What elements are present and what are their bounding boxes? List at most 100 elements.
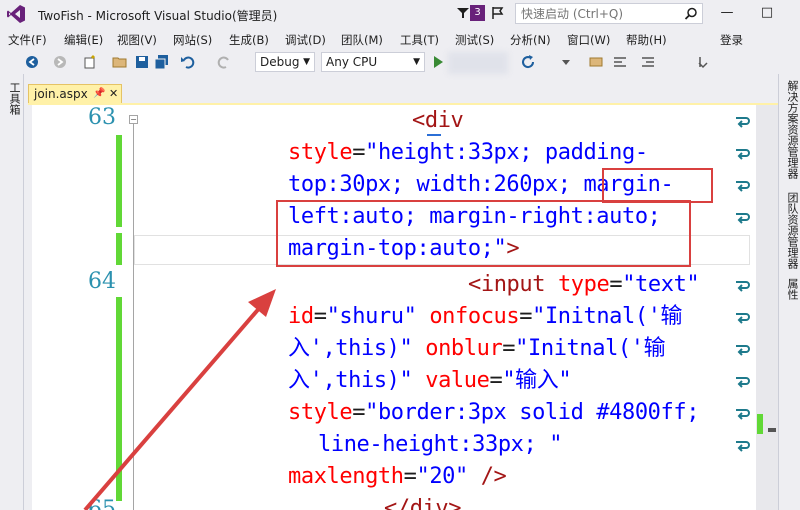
navigate-back-icon[interactable] xyxy=(24,54,40,70)
solution-explorer-tab[interactable]: 解决方案资源管理器 xyxy=(784,80,800,179)
refresh-icon[interactable] xyxy=(520,54,536,70)
word-wrap-icon xyxy=(736,441,750,452)
word-wrap-icon xyxy=(736,213,750,224)
menu-help[interactable]: 帮助(H) xyxy=(626,32,667,48)
minimize-button[interactable]: — xyxy=(712,0,742,26)
line-number: 63 xyxy=(88,105,116,130)
code-token: div xyxy=(409,496,449,510)
outline-guide xyxy=(133,124,134,510)
menu-debug[interactable]: 调试(D) xyxy=(285,32,326,48)
toolbar-overflow-icon[interactable] xyxy=(695,54,711,70)
start-debugging-icon[interactable] xyxy=(430,54,446,70)
code-token: maxlength xyxy=(288,464,404,489)
comment-lines-icon[interactable] xyxy=(612,54,628,70)
toolbox-panel-strip: 工具箱 xyxy=(0,74,24,510)
menu-team[interactable]: 团队(M) xyxy=(341,32,383,48)
change-indicator xyxy=(116,297,122,501)
search-icon[interactable] xyxy=(684,7,698,21)
filter-icon[interactable] xyxy=(456,6,470,20)
change-indicator xyxy=(116,233,122,265)
right-panel-strip: 解决方案资源管理器 团队资源管理器 属性 xyxy=(778,74,800,510)
solution-configuration-select[interactable]: Debug ▼ xyxy=(255,52,315,72)
visual-studio-logo-icon xyxy=(7,5,25,23)
properties-tab[interactable]: 属性 xyxy=(784,278,800,300)
code-line: style="height:33px; padding- xyxy=(288,137,648,169)
code-token: = xyxy=(502,336,516,361)
code-token: id xyxy=(288,304,314,329)
notification-badge[interactable]: 3 xyxy=(470,5,485,21)
code-token: input xyxy=(480,272,546,297)
menu-view[interactable]: 视图(V) xyxy=(117,32,157,48)
code-token: 入',this)" xyxy=(288,336,413,361)
feedback-flag-icon[interactable] xyxy=(491,6,505,20)
new-project-icon[interactable] xyxy=(82,54,98,70)
error-squiggle xyxy=(427,133,441,136)
redo-icon[interactable] xyxy=(216,54,232,70)
annotation-highlight-box xyxy=(276,200,691,267)
toolbox-tab[interactable]: 工具箱 xyxy=(6,82,22,115)
close-icon[interactable]: ✕ xyxy=(109,85,118,103)
navigate-forward-icon[interactable] xyxy=(52,54,68,70)
team-explorer-tab[interactable]: 团队资源管理器 xyxy=(784,192,800,269)
save-icon[interactable] xyxy=(134,54,150,70)
menu-test[interactable]: 测试(S) xyxy=(455,32,494,48)
code-token: "20" xyxy=(416,464,468,489)
code-token: style xyxy=(288,400,353,425)
menu-window[interactable]: 窗口(W) xyxy=(567,32,610,48)
code-token: "Initnal('输 xyxy=(532,304,683,329)
window-title: TwoFish - Microsoft Visual Studio(管理员) xyxy=(38,9,278,23)
line-number: 64 xyxy=(88,269,116,294)
code-token: = xyxy=(352,140,366,165)
menu-build[interactable]: 生成(B) xyxy=(229,32,269,48)
save-all-icon[interactable] xyxy=(154,54,170,70)
pin-icon[interactable]: 📌 xyxy=(93,85,105,103)
uncomment-lines-icon[interactable] xyxy=(640,54,656,70)
code-token: = xyxy=(609,272,623,297)
word-wrap-icon xyxy=(736,181,750,192)
code-line: </div> xyxy=(384,493,462,510)
blurred-region xyxy=(448,52,508,74)
quick-launch-box[interactable] xyxy=(515,3,703,24)
word-wrap-icon xyxy=(736,149,750,160)
open-file-icon[interactable] xyxy=(112,54,128,70)
code-token: "shuru" xyxy=(326,304,417,329)
toolbar-dropdown-icon[interactable] xyxy=(558,54,574,70)
code-token: < xyxy=(412,108,425,133)
code-token: onfocus xyxy=(416,304,520,329)
menu-tools[interactable]: 工具(T) xyxy=(400,32,439,48)
code-token: = xyxy=(519,304,533,329)
word-wrap-icon xyxy=(736,377,750,388)
maximize-button[interactable]: □ xyxy=(752,0,782,26)
undo-icon[interactable] xyxy=(180,54,196,70)
word-wrap-icon xyxy=(736,117,750,128)
code-line: line-height:33px; " xyxy=(318,429,562,461)
menu-analyze[interactable]: 分析(N) xyxy=(510,32,551,48)
code-editor[interactable]: 63 64 65 − <div style="height:33px; padd… xyxy=(28,105,778,510)
annotation-highlight-box xyxy=(602,168,713,203)
code-line: 入',this)" value="输入" xyxy=(288,365,572,397)
menu-edit[interactable]: 编辑(E) xyxy=(64,32,103,48)
word-wrap-icon xyxy=(736,345,750,356)
menu-bar: 文件(F) 编辑(E) 视图(V) 网站(S) 生成(B) 调试(D) 团队(M… xyxy=(0,28,800,50)
quick-launch-input[interactable] xyxy=(516,4,676,23)
solution-platform-select[interactable]: Any CPU ▼ xyxy=(321,52,425,72)
code-line: style="border:3px solid #4800ff; xyxy=(288,397,699,429)
code-token: = xyxy=(403,464,417,489)
vertical-scrollbar[interactable] xyxy=(756,105,778,510)
code-token: < xyxy=(468,272,481,297)
bookmark-icon[interactable] xyxy=(588,54,604,70)
menu-file[interactable]: 文件(F) xyxy=(8,32,47,48)
code-line: 入',this)" onblur="Initnal('输 xyxy=(288,333,666,365)
word-wrap-icon xyxy=(736,281,750,292)
code-token: 入',this)" xyxy=(288,368,413,393)
collapse-icon[interactable]: − xyxy=(129,115,138,124)
code-token: value xyxy=(412,368,490,393)
document-tab-join-aspx[interactable]: join.aspx 📌 ✕ xyxy=(28,84,122,104)
code-token: type xyxy=(545,272,610,297)
login-link[interactable]: 登录 xyxy=(720,32,743,48)
menu-website[interactable]: 网站(S) xyxy=(173,32,212,48)
code-line: maxlength="20" /> xyxy=(288,461,507,493)
code-token: onblur xyxy=(412,336,503,361)
word-wrap-icon xyxy=(736,409,750,420)
code-token: line-height:33px; " xyxy=(318,432,563,457)
